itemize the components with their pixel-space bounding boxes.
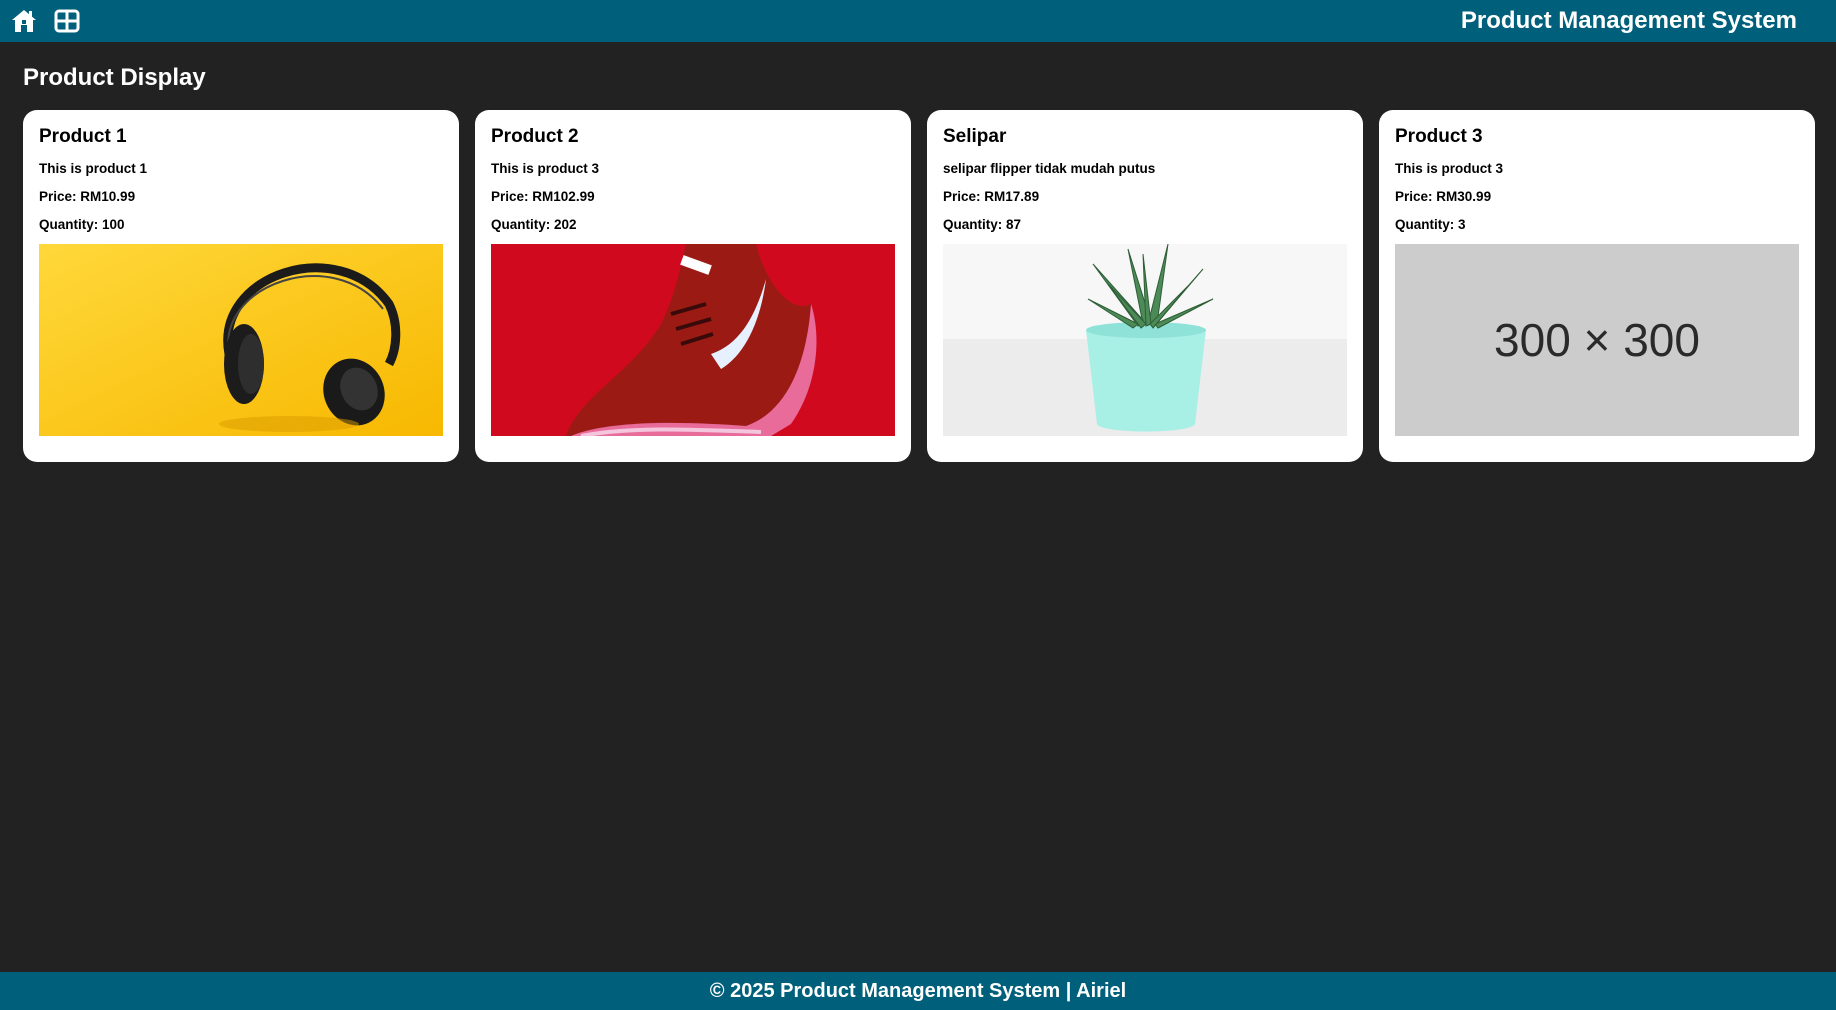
price-label: Price: bbox=[39, 189, 77, 204]
product-description: This is product 3 bbox=[1395, 161, 1504, 176]
product-price: Price: RM10.99 bbox=[39, 188, 443, 205]
product-price: Price: RM30.99 bbox=[1395, 188, 1799, 205]
price-value: RM102.99 bbox=[532, 189, 595, 204]
quantity-label: Quantity: bbox=[943, 217, 1003, 232]
product-name: Product 2 bbox=[491, 126, 579, 147]
product-image-headphones bbox=[39, 244, 443, 436]
nav-icons bbox=[10, 7, 81, 35]
grid-icon[interactable] bbox=[53, 7, 81, 35]
price-label: Price: bbox=[491, 189, 529, 204]
quantity-value: 3 bbox=[1458, 217, 1466, 232]
product-price: Price: RM102.99 bbox=[491, 188, 895, 205]
product-description: This is product 1 bbox=[39, 161, 148, 176]
product-card: Product 1 This is product 1 Price: RM10.… bbox=[23, 110, 459, 462]
product-card: Product 3 This is product 3 Price: RM30.… bbox=[1379, 110, 1815, 462]
placeholder-text: 300 × 300 bbox=[1395, 244, 1799, 436]
quantity-label: Quantity: bbox=[39, 217, 99, 232]
product-name: Product 1 bbox=[39, 126, 127, 147]
product-image-plant bbox=[943, 244, 1347, 436]
app-title: Product Management System bbox=[1460, 7, 1797, 34]
product-description: selipar flipper tidak mudah putus bbox=[943, 161, 1156, 176]
product-quantity: Quantity: 3 bbox=[1395, 216, 1799, 233]
product-name: Selipar bbox=[943, 126, 1007, 147]
page-title: Product Display bbox=[23, 64, 206, 91]
product-quantity: Quantity: 87 bbox=[943, 216, 1347, 233]
price-value: RM10.99 bbox=[80, 189, 136, 204]
product-image-shoe bbox=[491, 244, 895, 436]
product-card: Selipar selipar flipper tidak mudah putu… bbox=[927, 110, 1363, 462]
footer: © 2025 Product Management System | Airie… bbox=[0, 972, 1836, 1010]
price-label: Price: bbox=[943, 189, 981, 204]
product-card: Product 2 This is product 3 Price: RM102… bbox=[475, 110, 911, 462]
quantity-value: 87 bbox=[1006, 217, 1022, 232]
quantity-label: Quantity: bbox=[491, 217, 551, 232]
product-name: Product 3 bbox=[1395, 126, 1483, 147]
product-image-placeholder: 300 × 300 bbox=[1395, 244, 1799, 436]
price-value: RM17.89 bbox=[984, 189, 1040, 204]
price-value: RM30.99 bbox=[1436, 189, 1492, 204]
product-description: This is product 3 bbox=[491, 161, 600, 176]
quantity-value: 100 bbox=[102, 217, 125, 232]
product-price: Price: RM17.89 bbox=[943, 188, 1347, 205]
quantity-label: Quantity: bbox=[1395, 217, 1455, 232]
top-navbar: Product Management System bbox=[0, 0, 1836, 42]
price-label: Price: bbox=[1395, 189, 1433, 204]
home-icon[interactable] bbox=[10, 7, 38, 35]
product-quantity: Quantity: 100 bbox=[39, 216, 443, 233]
quantity-value: 202 bbox=[554, 217, 577, 232]
product-list: Product 1 This is product 1 Price: RM10.… bbox=[23, 110, 1815, 462]
product-quantity: Quantity: 202 bbox=[491, 216, 895, 233]
